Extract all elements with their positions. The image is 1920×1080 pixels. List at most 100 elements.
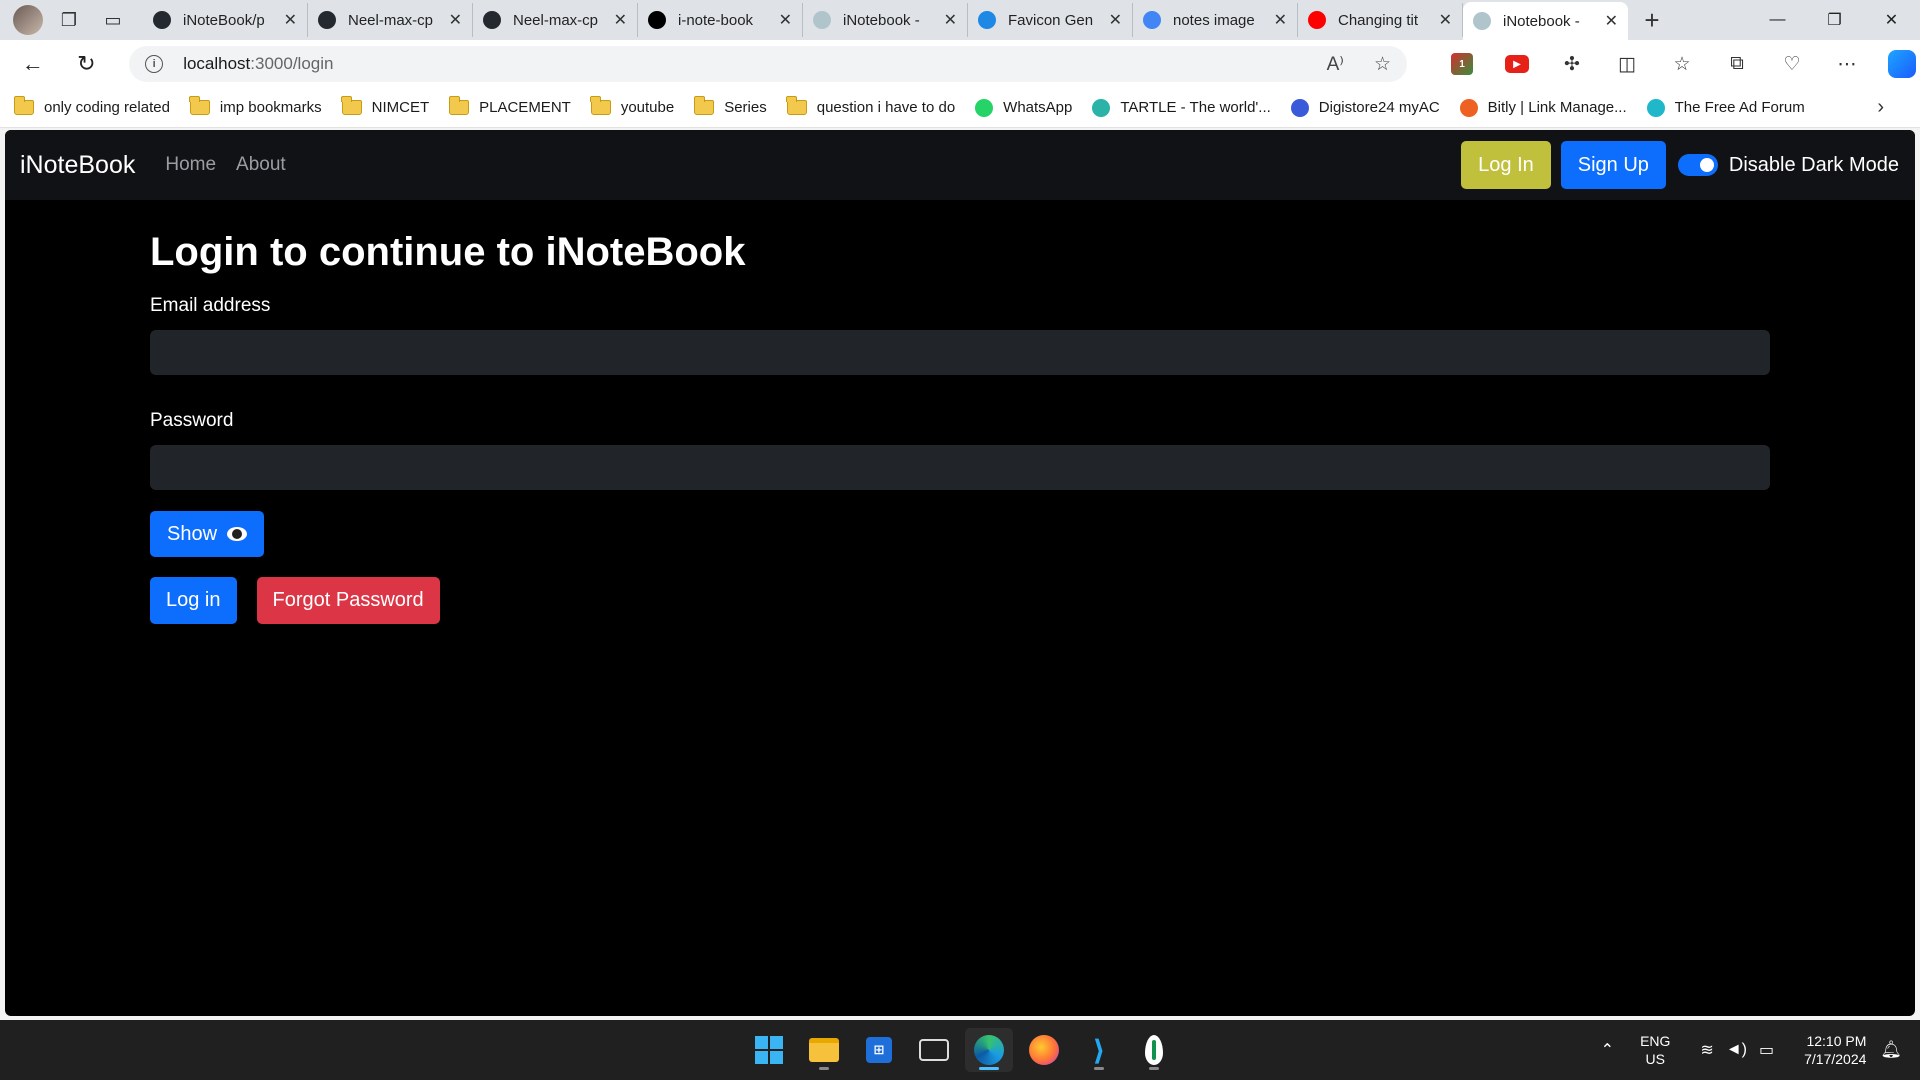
browser-tab-2[interactable]: Neel-max-cp ✕ bbox=[473, 3, 638, 37]
bookmark-label: Bitly | Link Manage... bbox=[1487, 99, 1627, 116]
password-field[interactable] bbox=[150, 445, 1770, 490]
more-bookmarks-chevron-icon[interactable]: › bbox=[1877, 96, 1884, 119]
volume-icon[interactable]: ◄) bbox=[1726, 1041, 1747, 1059]
firefox-icon[interactable] bbox=[1020, 1028, 1068, 1072]
bookmark-item[interactable]: question i have to do bbox=[786, 96, 955, 116]
tab-close-icon[interactable]: ✕ bbox=[1439, 10, 1452, 30]
collections-icon[interactable]: ⧉ bbox=[1719, 46, 1755, 82]
remote-monitor-icon[interactable] bbox=[910, 1028, 958, 1072]
bookmark-item[interactable]: only coding related bbox=[13, 96, 170, 116]
notebook-icon bbox=[1473, 12, 1491, 30]
copilot-icon[interactable] bbox=[1884, 46, 1920, 82]
page-title: Login to continue to iNoteBook bbox=[150, 230, 746, 274]
site-info-icon[interactable]: i bbox=[145, 55, 164, 73]
github-icon bbox=[318, 11, 336, 29]
email-field[interactable] bbox=[150, 330, 1770, 375]
tab-close-icon[interactable]: ✕ bbox=[1605, 11, 1618, 31]
bookmark-item[interactable]: imp bookmarks bbox=[189, 96, 322, 116]
navbar-actions: Log In Sign Up Disable Dark Mode bbox=[1461, 141, 1899, 189]
restore-icon[interactable]: ❐ bbox=[1806, 0, 1863, 40]
bookmark-item[interactable]: Digistore24 myAC bbox=[1290, 98, 1440, 117]
forgot-password-button[interactable]: Forgot Password bbox=[256, 577, 440, 624]
tab-close-icon[interactable]: ✕ bbox=[284, 10, 297, 30]
more-options-icon[interactable]: ⋯ bbox=[1829, 46, 1865, 82]
browser-tab-1[interactable]: Neel-max-cp ✕ bbox=[308, 3, 473, 37]
nav-home-link[interactable]: Home bbox=[165, 154, 216, 176]
mongodb-icon[interactable] bbox=[1130, 1028, 1178, 1072]
language-region: US bbox=[1645, 1051, 1665, 1067]
github-icon bbox=[483, 11, 501, 29]
bookmark-item[interactable]: WhatsApp bbox=[975, 98, 1072, 117]
login-submit-button[interactable]: Log in bbox=[150, 577, 237, 624]
workspaces-icon[interactable]: ❐ bbox=[51, 4, 87, 36]
brand-link[interactable]: iNoteBook bbox=[20, 151, 135, 180]
folder-icon bbox=[693, 96, 715, 115]
browser-tab-6[interactable]: notes image ✕ bbox=[1133, 3, 1298, 37]
minimize-icon[interactable]: — bbox=[1749, 0, 1806, 40]
bookmark-item[interactable]: NIMCET bbox=[341, 96, 429, 116]
favorite-star-icon[interactable]: ☆ bbox=[1374, 53, 1391, 76]
browser-tab-3[interactable]: i-note-book ✕ bbox=[638, 3, 803, 37]
clock[interactable]: 12:10 PM 7/17/2024 bbox=[1804, 1032, 1866, 1068]
extension-badge-icon[interactable]: 1 bbox=[1444, 46, 1480, 82]
bookmark-item[interactable]: The Free Ad Forum bbox=[1646, 98, 1805, 117]
language-indicator[interactable]: ENG US bbox=[1640, 1032, 1670, 1068]
browser-tab-5[interactable]: Favicon Gen ✕ bbox=[968, 3, 1133, 37]
bookmark-item[interactable]: Series bbox=[693, 96, 767, 116]
nav-about-link[interactable]: About bbox=[236, 154, 286, 176]
browser-essentials-icon[interactable]: ♡ bbox=[1774, 46, 1810, 82]
bookmark-label: The Free Ad Forum bbox=[1674, 99, 1805, 116]
store-icon[interactable]: ⊞ bbox=[855, 1028, 903, 1072]
bookmark-item[interactable]: youtube bbox=[590, 96, 675, 116]
tab-close-icon[interactable]: ✕ bbox=[779, 10, 792, 30]
refresh-icon[interactable]: ↻ bbox=[66, 44, 108, 84]
folder-icon bbox=[189, 96, 210, 115]
browser-tab-0[interactable]: iNoteBook/p ✕ bbox=[143, 3, 308, 37]
eye-icon bbox=[227, 527, 248, 541]
browser-tab-8[interactable]: iNotebook - ✕ bbox=[1463, 2, 1628, 40]
navbar-signup-button[interactable]: Sign Up bbox=[1560, 141, 1666, 189]
new-tab-button[interactable]: + bbox=[1632, 3, 1672, 37]
edge-browser-icon[interactable] bbox=[965, 1028, 1013, 1072]
bookmark-item[interactable]: Bitly | Link Manage... bbox=[1459, 98, 1627, 117]
browser-tab-7[interactable]: Changing tit ✕ bbox=[1298, 3, 1463, 37]
browser-tab-4[interactable]: iNotebook - ✕ bbox=[803, 3, 968, 37]
tab-title: Changing tit bbox=[1338, 11, 1419, 29]
tab-title: Neel-max-cp bbox=[513, 11, 599, 29]
notification-bell-icon[interactable]: 🔔︎ bbox=[1880, 1040, 1902, 1060]
battery-icon[interactable]: ▭ bbox=[1759, 1040, 1774, 1060]
tab-close-icon[interactable]: ✕ bbox=[1109, 10, 1122, 30]
extensions-puzzle-icon[interactable]: ✣ bbox=[1554, 46, 1590, 82]
address-bar-row: ← ↻ i localhost:3000/login A⁾ ☆ 1 ▶ ✣ ◫ … bbox=[0, 40, 1920, 88]
browser-tab-strip: ❐ ▭ iNoteBook/p ✕ Neel-max-cp ✕ Neel-max-cp ✕… bbox=[0, 0, 1920, 40]
system-tray: ⌃ ENG US ≋ ◄) ▭ 12:10 PM 7/17/2024 🔔︎ bbox=[1601, 1020, 1920, 1080]
profile-avatar[interactable] bbox=[13, 5, 43, 35]
tab-title: iNotebook - bbox=[843, 11, 920, 29]
clock-date: 7/17/2024 bbox=[1804, 1051, 1867, 1067]
favorites-icon[interactable]: ☆ bbox=[1664, 46, 1700, 82]
tab-actions-icon[interactable]: ▭ bbox=[95, 4, 131, 36]
show-password-button[interactable]: Show bbox=[150, 511, 265, 557]
start-windows-icon[interactable] bbox=[745, 1028, 793, 1072]
file-explorer-icon[interactable] bbox=[800, 1028, 848, 1072]
dark-mode-toggle[interactable] bbox=[1677, 154, 1718, 176]
tab-close-icon[interactable]: ✕ bbox=[614, 10, 627, 30]
tab-close-icon[interactable]: ✕ bbox=[944, 10, 957, 30]
bookmark-label: TARTLE - The world'... bbox=[1120, 99, 1271, 116]
back-icon[interactable]: ← bbox=[12, 44, 54, 84]
read-aloud-icon[interactable]: A⁾ bbox=[1327, 53, 1344, 76]
bookmark-label: PLACEMENT bbox=[479, 99, 571, 116]
url-input[interactable]: i localhost:3000/login A⁾ ☆ bbox=[129, 46, 1407, 82]
close-window-icon[interactable]: ✕ bbox=[1863, 0, 1920, 40]
tab-close-icon[interactable]: ✕ bbox=[449, 10, 462, 30]
bookmark-label: youtube bbox=[620, 99, 675, 116]
youtube-extension-icon[interactable]: ▶ bbox=[1499, 46, 1535, 82]
vscode-icon[interactable]: ⟩ bbox=[1075, 1028, 1123, 1072]
split-screen-icon[interactable]: ◫ bbox=[1609, 46, 1645, 82]
wifi-icon[interactable]: ≋ bbox=[1700, 1040, 1713, 1060]
navbar-login-button[interactable]: Log In bbox=[1461, 141, 1551, 189]
tab-close-icon[interactable]: ✕ bbox=[1274, 10, 1287, 30]
show-hidden-icons-chevron-icon[interactable]: ⌃ bbox=[1601, 1040, 1614, 1060]
bookmark-item[interactable]: PLACEMENT bbox=[448, 96, 571, 116]
bookmark-item[interactable]: TARTLE - The world'... bbox=[1092, 98, 1271, 117]
